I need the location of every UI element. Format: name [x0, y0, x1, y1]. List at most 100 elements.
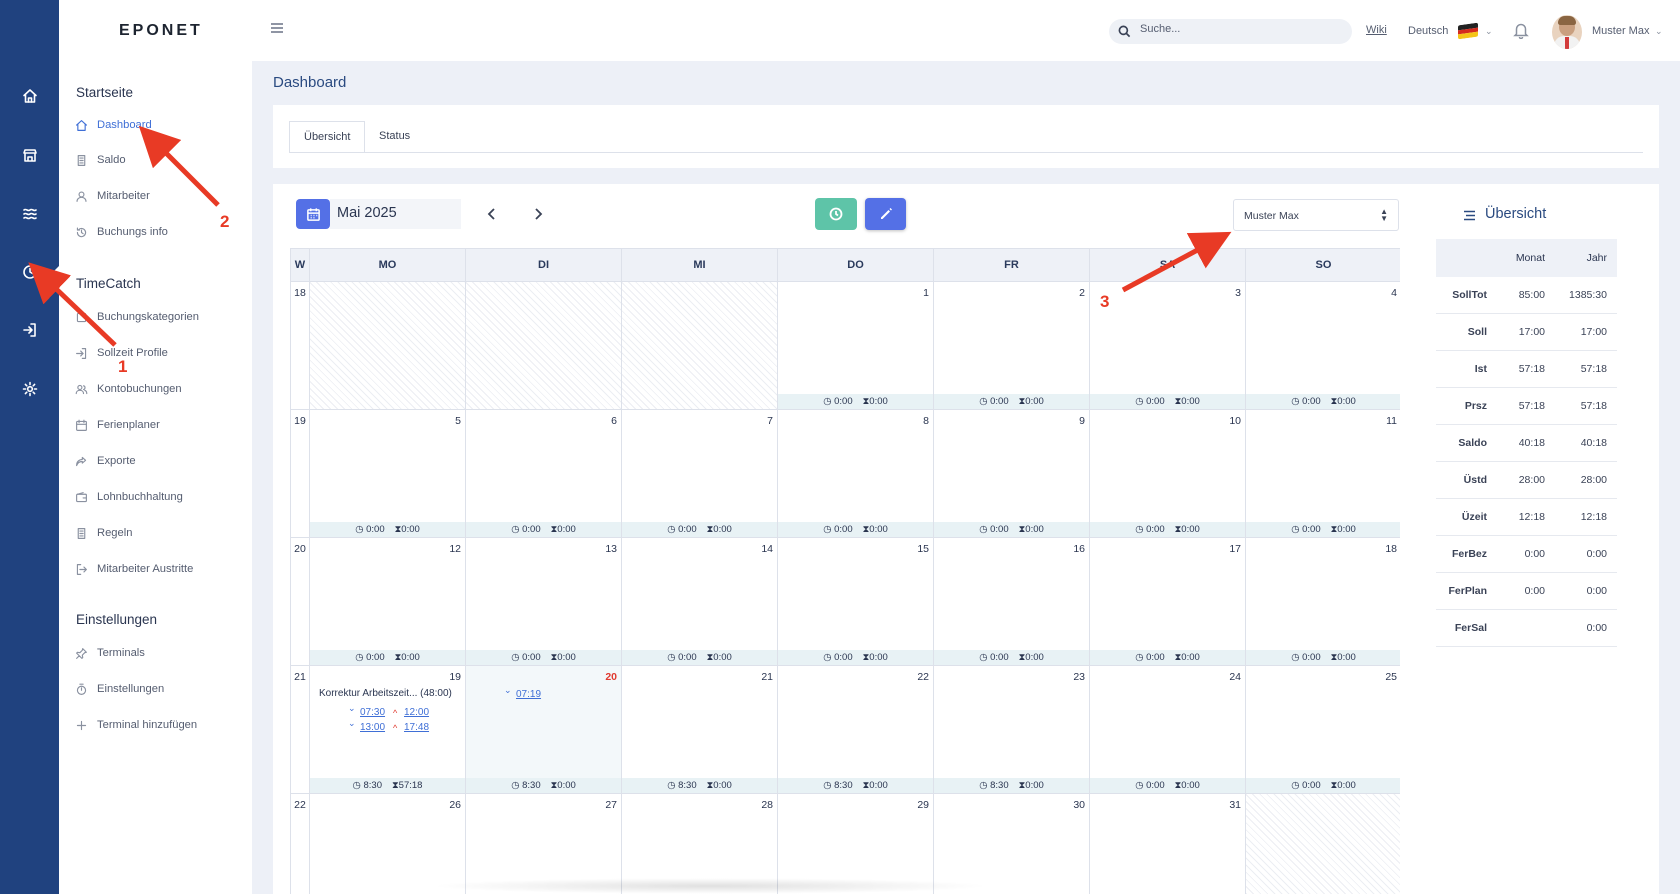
overview-key: Üstd [1463, 474, 1487, 486]
eponet-logo[interactable]: EPONET [119, 22, 203, 40]
day-cell-outside [310, 282, 466, 410]
day-cell[interactable]: 9 ◷ 0:00 ⧗0:00 [934, 410, 1090, 538]
gear-icon[interactable] [17, 376, 43, 402]
avatar[interactable] [1552, 15, 1582, 49]
day-number: 15 [917, 543, 929, 555]
language-label[interactable]: Deutsch [1408, 25, 1448, 37]
sidebar-item-einstellungen[interactable]: Einstellungen [75, 680, 164, 698]
overview-year-value: 0:00 [1586, 585, 1607, 597]
day-cell[interactable]: 22 ◷ 8:30 ⧗0:00 [778, 666, 934, 794]
sidebar-item-label: Buchungs info [97, 226, 168, 238]
planned-time: 0:00 [990, 396, 1009, 407]
logout-icon [76, 563, 87, 575]
store-icon[interactable] [17, 142, 43, 168]
overview-title-text: Übersicht [1485, 206, 1547, 222]
day-cell[interactable]: 2 ◷ 0:00 ⧗0:00 [934, 282, 1090, 410]
day-cell[interactable]: 15 ◷ 0:00 ⧗0:00 [778, 538, 934, 666]
tab-uebersicht[interactable]: Übersicht [289, 121, 366, 153]
day-cell[interactable]: 12 ◷ 0:00 ⧗0:00 [310, 538, 466, 666]
tab-status[interactable]: Status [365, 121, 424, 153]
clock-in-time[interactable]: 13:00 [360, 722, 385, 733]
user-select[interactable]: Muster Max ▲ ▼ [1233, 199, 1399, 231]
overview-month-value: 57:18 [1518, 363, 1545, 375]
sidebar-item-buchungskategorien[interactable]: Buchungskategorien [75, 308, 199, 326]
edit-button[interactable] [865, 198, 906, 230]
clock-in-time[interactable]: 07:19 [516, 689, 541, 700]
day-cell[interactable]: 31 [1090, 794, 1246, 894]
day-cell[interactable]: 8 ◷ 0:00 ⧗0:00 [778, 410, 934, 538]
day-cell[interactable]: 20 ⌄ 07:19 ◷ 8:30 ⧗0:00 [466, 666, 622, 794]
plus-icon [76, 720, 87, 730]
day-cell[interactable]: 1 ◷ 0:00 ⧗0:00 [778, 282, 934, 410]
booking-entry[interactable]: Korrektur Arbeitszeit... (48:00) [319, 688, 452, 699]
document-icon [77, 154, 86, 166]
day-cell[interactable]: 7 ◷ 0:00 ⧗0:00 [622, 410, 778, 538]
day-cell[interactable]: 21 ◷ 8:30 ⧗0:00 [622, 666, 778, 794]
search-box[interactable] [1109, 19, 1352, 44]
select-arrows-icon: ▲ ▼ [1380, 207, 1388, 223]
sidebar-item-lohnbuchhaltung[interactable]: Lohnbuchhaltung [75, 488, 183, 506]
sidebar-item-terminal-hinzufuegen[interactable]: Terminal hinzufügen [75, 716, 197, 734]
bell-icon[interactable] [1512, 21, 1530, 40]
home-icon[interactable] [17, 83, 43, 109]
waves-icon[interactable] [17, 200, 43, 226]
prev-month-button[interactable] [482, 204, 502, 224]
planned-time: 0:00 [1302, 780, 1321, 791]
sidebar-item-dashboard[interactable]: Dashboard [75, 116, 152, 134]
day-cell[interactable]: 5 ◷ 0:00 ⧗0:00 [310, 410, 466, 538]
clock-icon: ◷ 0:00 [667, 524, 697, 535]
worked-time: 0:00 [1181, 652, 1200, 663]
sidebar-item-regeln[interactable]: Regeln [75, 524, 132, 542]
day-cell[interactable]: 10 ◷ 0:00 ⧗0:00 [1090, 410, 1246, 538]
next-month-button[interactable] [528, 204, 548, 224]
calendar-picker-button[interactable] [296, 199, 330, 229]
search-input[interactable] [1140, 23, 1340, 35]
week-number: 21 [291, 666, 310, 794]
day-cell[interactable]: 19 Korrektur Arbeitszeit... (48:00) ⌄ 07:30… [310, 666, 466, 794]
clock-icon: ◷ 0:00 [1135, 524, 1165, 535]
day-cell[interactable]: 16 ◷ 0:00 ⧗0:00 [934, 538, 1090, 666]
sidebar-item-buchungs-info[interactable]: Buchungs info [75, 223, 168, 241]
day-cell[interactable]: 25 ◷ 0:00 ⧗0:00 [1246, 666, 1400, 794]
month-display[interactable]: Mai 2025 [330, 199, 461, 229]
chevron-down-icon[interactable]: ⌄ [1655, 26, 1663, 37]
day-cell[interactable]: 14 ◷ 0:00 ⧗0:00 [622, 538, 778, 666]
worked-time: 0:00 [1181, 396, 1200, 407]
overview-row: FerBez 0:00 0:00 [1436, 536, 1617, 573]
clock-out-time[interactable]: 12:00 [404, 707, 429, 718]
planned-time: 0:00 [834, 524, 853, 535]
day-cell[interactable]: 11 ◷ 0:00 ⧗0:00 [1246, 410, 1400, 538]
sidebar-item-label: Ferienplaner [97, 419, 160, 431]
sidebar-item-saldo[interactable]: Saldo [75, 151, 126, 169]
german-flag-icon[interactable] [1458, 22, 1478, 40]
sidebar-item-terminals[interactable]: Terminals [75, 644, 145, 662]
sidebar-item-kontobuchungen[interactable]: Kontobuchungen [75, 380, 182, 398]
day-cell[interactable]: 6 ◷ 0:00 ⧗0:00 [466, 410, 622, 538]
day-cell[interactable]: 3 ◷ 0:00 ⧗0:00 [1090, 282, 1246, 410]
wiki-link[interactable]: Wiki [1366, 24, 1387, 36]
day-number: 24 [1229, 671, 1241, 683]
menu-toggle-icon[interactable] [269, 20, 285, 36]
sidebar-item-mitarbeiter[interactable]: Mitarbeiter [75, 187, 150, 205]
day-cell[interactable]: 4 ◷ 0:00 ⧗0:00 [1246, 282, 1400, 410]
clock-in-time[interactable]: 07:30 [360, 707, 385, 718]
bottom-shadow [430, 878, 990, 894]
login-icon[interactable] [17, 317, 43, 343]
calendar-icon [306, 207, 320, 221]
sidebar-item-mitarbeiter-austritte[interactable]: Mitarbeiter Austritte [75, 560, 193, 578]
clock-button[interactable] [815, 198, 857, 230]
day-cell[interactable]: 18 ◷ 0:00 ⧗0:00 [1246, 538, 1400, 666]
week-number: 18 [291, 282, 310, 410]
day-summary: ◷ 0:00 ⧗0:00 [1246, 394, 1400, 409]
sidebar-item-exporte[interactable]: Exporte [75, 452, 136, 470]
clock-icon[interactable] [17, 259, 43, 285]
planned-time: 0:00 [678, 652, 697, 663]
chevron-down-icon[interactable]: ⌄ [1485, 26, 1493, 37]
day-cell[interactable]: 24 ◷ 0:00 ⧗0:00 [1090, 666, 1246, 794]
day-cell[interactable]: 13 ◷ 0:00 ⧗0:00 [466, 538, 622, 666]
day-cell[interactable]: 23 ◷ 8:30 ⧗0:00 [934, 666, 1090, 794]
user-name[interactable]: Muster Max [1592, 25, 1649, 37]
sidebar-item-ferienplaner[interactable]: Ferienplaner [75, 416, 160, 434]
clock-out-time[interactable]: 17:48 [404, 722, 429, 733]
day-cell[interactable]: 17 ◷ 0:00 ⧗0:00 [1090, 538, 1246, 666]
